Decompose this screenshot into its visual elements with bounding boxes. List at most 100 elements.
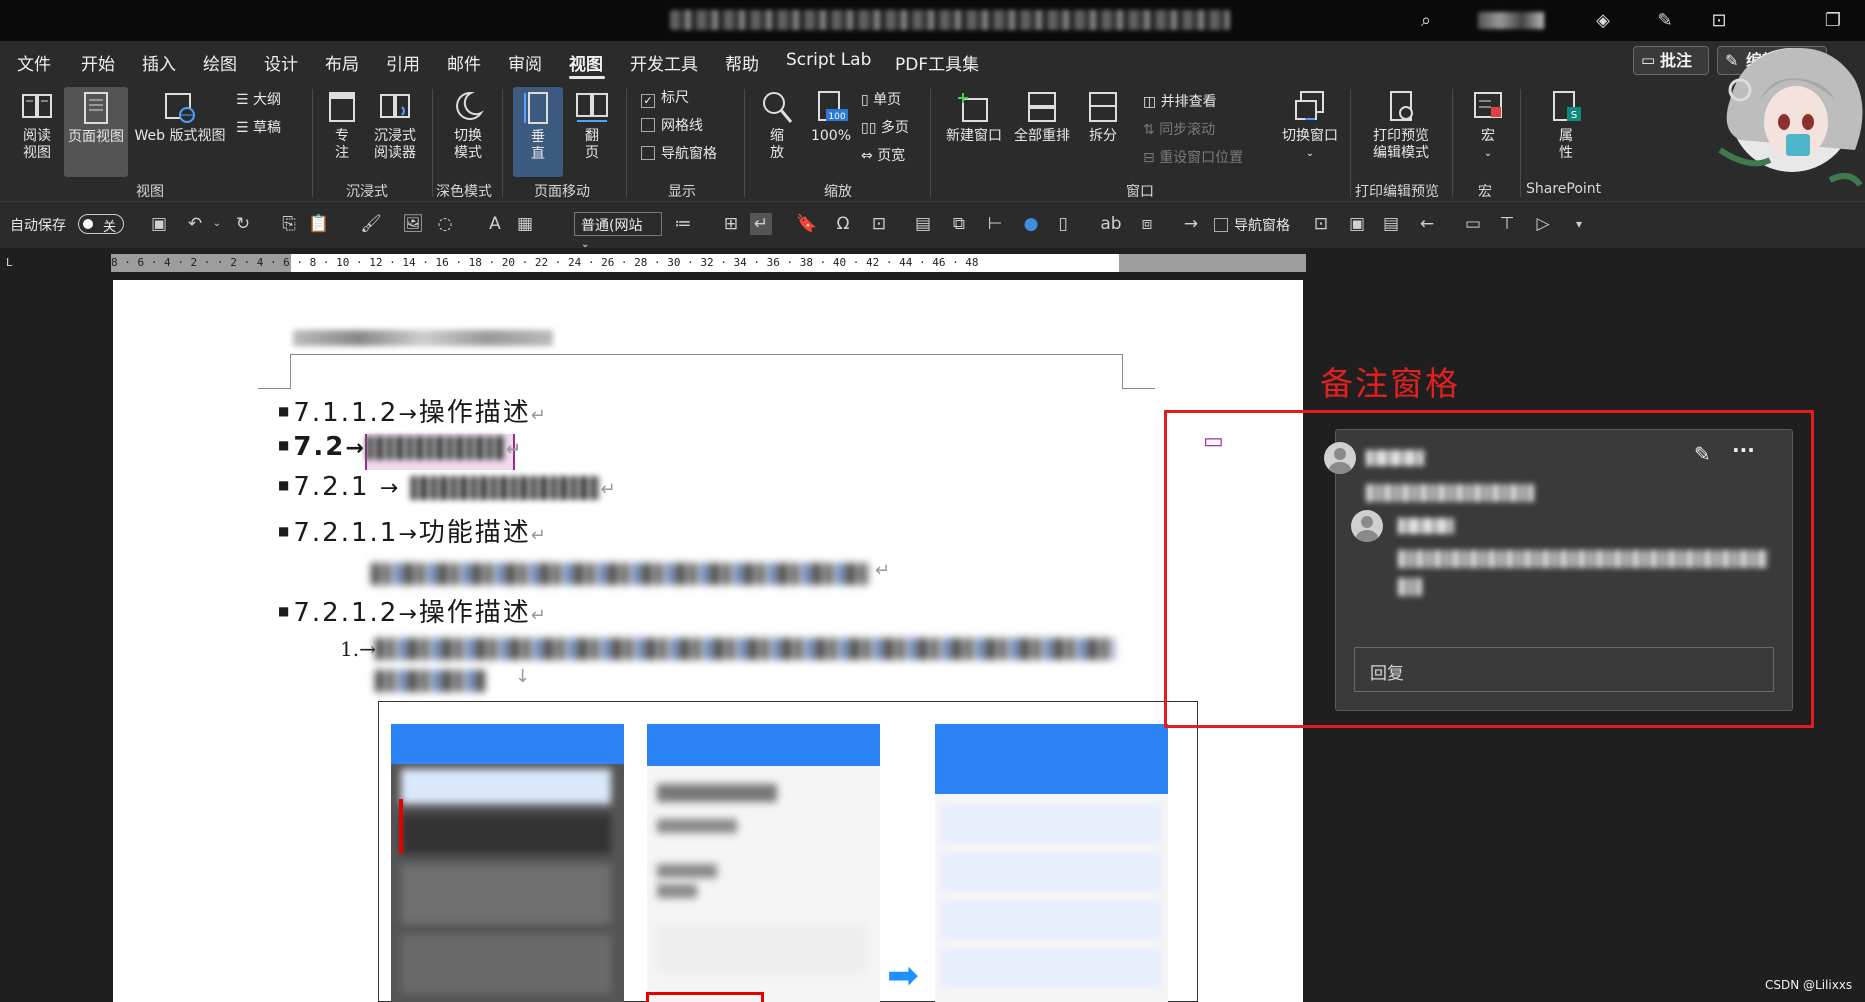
style-dropdown[interactable]: 普通(网站 ⌄ — [574, 212, 662, 250]
document-page[interactable]: ■ 7.1.1.2→操作描述↵ ■ 7.2→ ↵ ■ 7.2.1 → ↵ ■ 7.2.1.… — [113, 280, 1303, 1002]
bookmark-icon[interactable]: 🔖 — [796, 213, 818, 235]
immersive-reader-button[interactable]: 沉浸式 阅读器 — [370, 89, 420, 162]
format-painter-icon[interactable]: 🖌 — [360, 213, 382, 235]
outline-button[interactable]: ☰ 大纲 — [236, 91, 281, 109]
ruler-checkbox[interactable]: ✓ 标尺 — [641, 89, 689, 108]
tab-home[interactable]: 开始 — [81, 50, 115, 75]
heading-7-2-1[interactable]: ■ 7.2.1 → ↵ — [278, 472, 616, 502]
save-icon[interactable]: ▣ — [148, 213, 170, 235]
split-button[interactable]: 拆分 — [1082, 89, 1124, 145]
vertical-button[interactable]: 垂 直 — [513, 87, 563, 177]
autosave-toggle[interactable]: 关 — [78, 214, 124, 235]
properties-button[interactable]: S 属 性 — [1544, 89, 1588, 162]
redo-icon[interactable]: ↻ — [232, 213, 254, 235]
comments-button[interactable]: ▭ 批注 — [1633, 46, 1709, 75]
multilevel-list-icon[interactable]: ≔ — [672, 213, 694, 235]
search-icon[interactable]: ⌕ — [1413, 8, 1439, 34]
heading-7-2-1-1[interactable]: ■ 7.2.1.1→功能描述↵ — [278, 512, 546, 549]
insert-field-icon[interactable]: ⊞ — [720, 213, 742, 235]
line-break-icon[interactable]: ↵ — [750, 213, 772, 235]
tab-insert[interactable]: 插入 — [142, 50, 176, 75]
read-mode-button[interactable]: 阅读 视图 — [12, 89, 62, 162]
heading-7-2[interactable]: ■ 7.2→ ↵ — [278, 432, 521, 462]
tab-view[interactable]: 视图 — [569, 50, 603, 75]
synchronous-scrolling-button[interactable]: ⇅ 同步滚动 — [1143, 121, 1215, 139]
textbox-icon[interactable]: A — [484, 213, 506, 235]
heading-7-2-1-2[interactable]: ■ 7.2.1.2→操作描述↵ — [278, 592, 546, 629]
zoom-100-button[interactable]: 100 100% — [806, 89, 856, 145]
more-options-icon[interactable]: ··· — [1732, 438, 1755, 462]
nav-pane-quick-checkbox[interactable]: 导航窗格 — [1214, 215, 1290, 235]
list-item-text-blurred — [375, 638, 1115, 660]
screen-icon[interactable]: ▭ — [1462, 213, 1484, 235]
new-window-button[interactable]: 新建窗口 — [943, 89, 1005, 145]
horizontal-ruler[interactable]: L 8 · 6 · 4 · 2 · · 2 · 4 · 6 · 8 · 10 ·… — [0, 248, 1865, 278]
paste-icon[interactable]: 📋 — [308, 213, 330, 235]
tab-references[interactable]: 引用 — [386, 50, 420, 75]
print-preview-edit-button[interactable]: 打印预览 编辑模式 — [1360, 89, 1442, 162]
tab-review[interactable]: 审阅 — [508, 50, 542, 75]
arrow-right-icon[interactable]: → — [1180, 213, 1202, 235]
frame-icon[interactable]: ⧈ — [1136, 213, 1158, 235]
tab-script-lab[interactable]: Script Lab — [786, 50, 871, 70]
tab-mailings[interactable]: 邮件 — [447, 50, 481, 75]
undo-dropdown-icon[interactable]: ⌄ — [206, 213, 228, 235]
document-icon[interactable]: ▯ — [1052, 213, 1074, 235]
insert-comment-icon[interactable]: ⊡ — [1310, 213, 1332, 235]
replace-icon[interactable]: ab — [1100, 213, 1122, 235]
reply-input[interactable]: 回复 — [1354, 647, 1774, 692]
print-layout-button[interactable]: 页面视图 — [64, 87, 128, 177]
focus-button[interactable]: 专 注 — [322, 89, 362, 162]
copy-icon[interactable]: ⧉ — [948, 213, 970, 235]
switch-windows-button[interactable]: 切换窗口 ⌄ — [1278, 89, 1342, 162]
undo-icon[interactable]: ↶ — [184, 213, 206, 235]
web-layout-button[interactable]: Web 版式视图 — [130, 89, 230, 145]
tab-selector[interactable]: L — [6, 256, 20, 270]
customize-toolbar-icon[interactable]: ▾ — [1568, 213, 1590, 235]
pen-icon[interactable]: ✎ — [1652, 8, 1678, 34]
horizontal-line-icon[interactable]: ⊢ — [984, 213, 1006, 235]
tab-file[interactable]: 文件 — [17, 50, 51, 75]
symbol-icon[interactable]: Ω — [832, 213, 854, 235]
embedded-screenshots-image[interactable]: ➡ — [378, 701, 1198, 1002]
edit-comment-icon[interactable]: ✎ — [1694, 442, 1711, 466]
tab-draw[interactable]: 绘图 — [203, 50, 237, 75]
heading-7-1-1-2[interactable]: ■ 7.1.1.2→操作描述↵ — [278, 392, 546, 429]
page-width-button[interactable]: ⇔ 页宽 — [861, 147, 905, 165]
diamond-icon[interactable]: ◈ — [1590, 8, 1616, 34]
switch-mode-button[interactable]: 切换 模式 — [448, 89, 488, 162]
arrow-left-icon[interactable]: ← — [1416, 213, 1438, 235]
text-box-icon[interactable]: ▣ — [1346, 213, 1368, 235]
send-icon[interactable]: ▷ — [1532, 213, 1554, 235]
table-icon[interactable]: ▦ — [514, 213, 536, 235]
account-name-blurred[interactable] — [1478, 12, 1544, 29]
image-icon[interactable]: ▤ — [912, 213, 934, 235]
reset-window-position-button[interactable]: ⊟ 重设窗口位置 — [1143, 149, 1243, 167]
org-chart-icon[interactable]: ⊤ — [1496, 213, 1518, 235]
view-side-by-side-button[interactable]: ◫ 并排查看 — [1143, 93, 1217, 111]
shapes-icon[interactable]: ◌ — [434, 213, 456, 235]
tab-pdf-tools[interactable]: PDF工具集 — [895, 50, 979, 75]
tab-help[interactable]: 帮助 — [725, 50, 759, 75]
gridlines-checkbox[interactable]: 网格线 — [641, 117, 703, 135]
tab-design[interactable]: 设计 — [264, 50, 298, 75]
equation-icon[interactable]: ⊡ — [868, 213, 890, 235]
circle-icon[interactable]: ● — [1020, 213, 1042, 235]
bullet-marker: ■ — [278, 524, 290, 538]
draft-button[interactable]: ☰ 草稿 — [236, 119, 281, 137]
macros-button[interactable]: 宏 ⌄ — [1466, 89, 1510, 162]
zoom-label: 缩 放 — [770, 128, 784, 161]
tab-layout[interactable]: 布局 — [325, 50, 359, 75]
ruler-bar[interactable]: 8 · 6 · 4 · 2 · · 2 · 4 · 6 · 8 · 10 · 1… — [111, 254, 1306, 272]
one-page-button[interactable]: ▯ 单页 — [861, 91, 901, 109]
navigation-pane-checkbox[interactable]: 导航窗格 — [641, 145, 717, 163]
list-view-icon[interactable]: ▤ — [1380, 213, 1402, 235]
side-to-side-button[interactable]: 翻 页 — [568, 89, 616, 162]
multiple-pages-button[interactable]: ▯▯ 多页 — [861, 119, 909, 137]
picture-icon[interactable]: 🖼 — [402, 213, 424, 235]
paste-special-icon[interactable]: ⎘ — [278, 213, 300, 235]
tab-developer[interactable]: 开发工具 — [630, 50, 698, 75]
comment-pane[interactable]: ✎ ··· 回复 — [1324, 429, 1793, 711]
zoom-button[interactable]: 缩 放 — [755, 89, 799, 162]
arrange-all-button[interactable]: 全部重排 — [1011, 89, 1073, 145]
